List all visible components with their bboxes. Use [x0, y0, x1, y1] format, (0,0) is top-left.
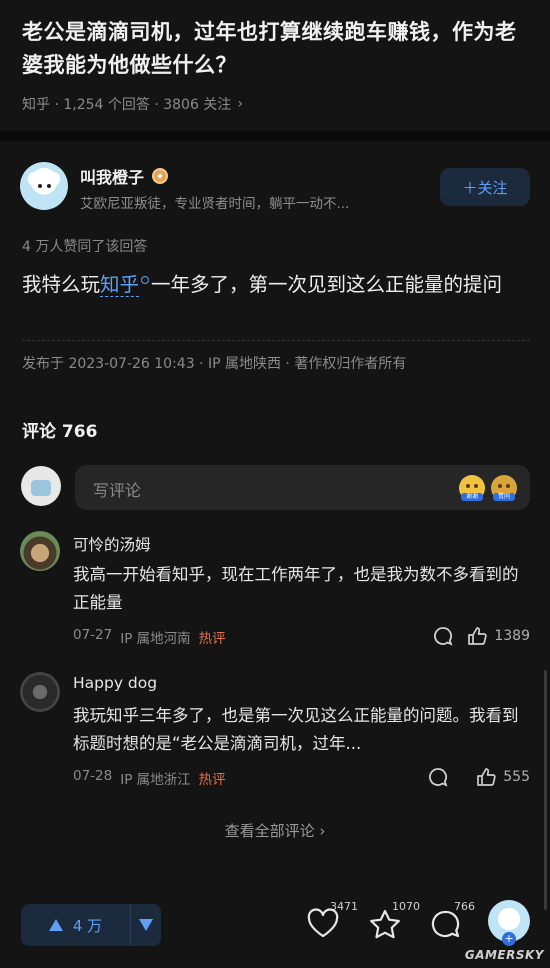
comment-item: Happy dog 我玩知乎三年多了，也是第一次见这么正能量的问题。我看到标题时… — [20, 672, 532, 792]
comment-meta: 07-28 IP 属地浙江 热评 — [73, 768, 226, 788]
downvote-button[interactable] — [131, 904, 161, 946]
triangle-down-icon — [139, 919, 153, 931]
profile-avatar[interactable]: + — [488, 900, 530, 946]
comment-like-button[interactable]: 1389 — [466, 625, 530, 647]
answer-text-after: 一年多了，第一次见到这么正能量的提问 — [151, 273, 503, 296]
comment-like-count: 1389 — [494, 628, 530, 644]
hot-comment-tag: 热评 — [198, 631, 226, 647]
watermark: GAMERSKY — [464, 948, 544, 962]
avatar-eye-left — [38, 184, 42, 188]
comment-placeholder: 写评论 — [93, 481, 142, 500]
reply-icon[interactable] — [432, 625, 454, 647]
author-name[interactable]: 叫我橙子 — [80, 164, 169, 188]
comment-ip: IP 属地河南 — [120, 631, 191, 647]
thumbs-up-icon — [468, 627, 488, 645]
heart-icon[interactable] — [306, 908, 340, 944]
comment-item: 可怜的汤姆 我高一开始看知乎，现在工作两年了，也是我为数不多看到的正能量 07-… — [20, 531, 532, 651]
section-divider — [0, 131, 550, 141]
comment-input[interactable]: 写评论 谢谢 赞同 — [75, 465, 530, 510]
question-title[interactable]: 老公是滴滴司机，过年也打算继续跑车赚钱，作为老婆我能为他做些什么？ — [22, 16, 532, 82]
comment-date: 07-28 — [73, 768, 113, 784]
commenter-avatar[interactable] — [20, 531, 60, 571]
current-user-avatar — [21, 466, 61, 506]
keyword-link[interactable]: 知乎 — [100, 273, 140, 297]
avatar-eye-right — [47, 184, 51, 188]
thanks-emoji-icon[interactable]: 谢谢 — [459, 475, 485, 501]
hot-comment-tag: 热评 — [198, 772, 226, 788]
comment-like-button[interactable]: 555 — [475, 766, 530, 788]
comment-date: 07-27 — [73, 627, 113, 643]
comment-actions: 1389 — [432, 625, 530, 647]
follow-button[interactable]: ＋关注 — [440, 168, 530, 206]
scrollbar[interactable] — [544, 670, 547, 910]
star-icon[interactable] — [368, 908, 402, 944]
answer-body: 我特么玩知乎 一年多了，第一次见到这么正能量的提问 — [22, 268, 530, 301]
comment-actions: 555 — [427, 766, 530, 788]
comment-ip: IP 属地浙江 — [120, 772, 191, 788]
triangle-up-icon — [48, 919, 63, 931]
upvote-button[interactable]: 4 万 — [21, 904, 131, 946]
commenter-name[interactable]: 可怜的汤姆 — [73, 533, 151, 555]
author-name-text: 叫我橙子 — [80, 168, 145, 187]
commenter-name[interactable]: Happy dog — [73, 674, 157, 692]
answer-separator — [22, 340, 530, 341]
author-bio: 艾欧尼亚叛徒，专业贤者时间，躺平一动不... — [80, 196, 350, 212]
search-icon — [141, 275, 150, 284]
comment-text: 我玩知乎三年多了，也是第一次见这么正能量的问题。我看到标题时想的是“老公是滴滴司… — [73, 706, 519, 753]
upvote-summary: 4 万人赞同了该回答 — [22, 239, 148, 255]
author-avatar[interactable] — [20, 162, 68, 210]
vote-control: 4 万 — [21, 904, 161, 946]
thumbs-up-icon — [477, 768, 496, 786]
chevron-right-icon: › — [237, 96, 243, 112]
badge-icon — [152, 168, 169, 184]
answer-text-before: 我特么玩 — [22, 273, 101, 296]
question-meta[interactable]: 知乎 · 1,254 个回答 · 3806 关注 › — [22, 94, 532, 114]
author-row: 叫我橙子 艾欧尼亚叛徒，专业贤者时间，躺平一动不... ＋关注 — [20, 162, 532, 212]
comment-meta: 07-27 IP 属地河南 热评 — [73, 627, 226, 647]
comments-title: 评论 766 — [22, 422, 98, 442]
comment-bubble-icon[interactable] — [428, 908, 462, 944]
agree-emoji-icon[interactable]: 赞同 — [491, 475, 517, 501]
reply-icon[interactable] — [427, 766, 449, 788]
emoji-tag-thanks: 谢谢 — [461, 493, 483, 501]
question-meta-text: 知乎 · 1,254 个回答 · 3806 关注 — [22, 97, 232, 113]
upvote-count: 4 万 — [72, 916, 103, 935]
plus-icon: + — [502, 932, 516, 946]
view-all-comments[interactable]: 查看全部评论 › — [0, 820, 550, 841]
comment-text: 我高一开始看知乎，现在工作两年了，也是我为数不多看到的正能量 — [73, 565, 519, 612]
publish-info: 发布于 2023-07-26 10:43 · IP 属地陕西 · 著作权归作者所… — [22, 356, 407, 372]
comment-like-count: 555 — [503, 769, 530, 785]
commenter-avatar[interactable] — [20, 672, 60, 712]
question-header: 老公是滴滴司机，过年也打算继续跑车赚钱，作为老婆我能为他做些什么？ 知乎 · 1… — [22, 16, 532, 114]
emoji-tag-agree: 赞同 — [493, 493, 515, 501]
